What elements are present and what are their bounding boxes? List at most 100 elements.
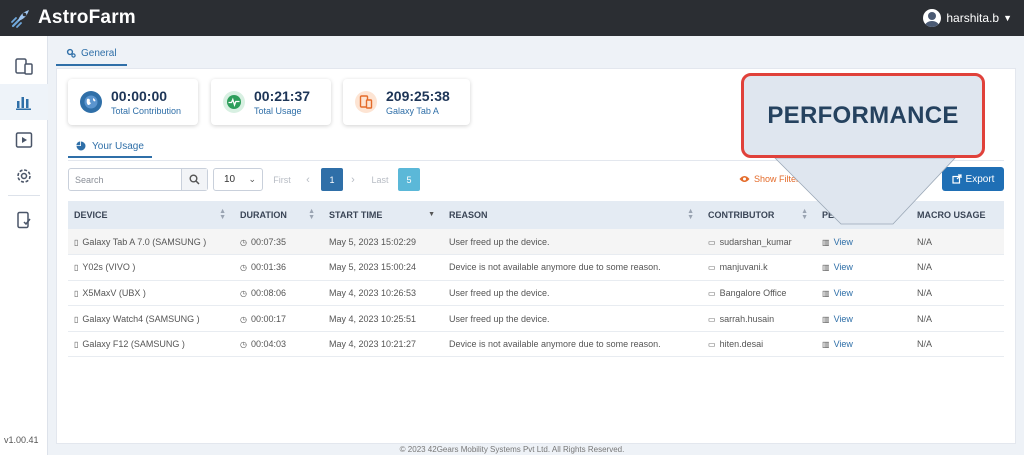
phone-icon: ▯ <box>74 263 79 273</box>
macro-usage-value: N/A <box>911 229 1004 256</box>
performance-view-link[interactable]: View <box>834 237 853 247</box>
table-row: ▯ Galaxy Watch4 (SAMSUNG ) ◷ 00:00:17 May … <box>68 305 1004 332</box>
devices-icon <box>15 58 33 75</box>
table-header-row: DEVICE ▲ ▼ DURATION ▲ ▼ START TIME ▼ REASON ▲ ▼… <box>68 201 1004 229</box>
duration-value: 00:07:35 <box>250 236 287 247</box>
eye-icon <box>739 176 750 182</box>
reason-value: User freed up the device. <box>443 229 702 256</box>
column-header-reason[interactable]: REASON ▲ ▼ <box>443 201 702 229</box>
avatar <box>923 9 942 27</box>
contributor-value: sarrah.husain <box>719 313 775 324</box>
device-check-icon <box>17 211 31 229</box>
pagination-prev[interactable]: ‹ <box>300 168 316 191</box>
tab-your-usage[interactable]: Your Usage <box>68 136 152 158</box>
callout-text: PERFORMANCE <box>767 101 959 129</box>
macro-usage-value: N/A <box>911 280 1004 307</box>
search-icon <box>189 174 200 185</box>
performance-view-link[interactable]: View <box>834 339 853 349</box>
stat-label: Total Usage <box>254 106 302 116</box>
sidebar-item-tasks[interactable] <box>0 202 48 238</box>
stat-card-total-contribution: 00:00:00 Total Contribution <box>68 79 198 125</box>
pagination-last-page[interactable]: 5 <box>398 168 420 191</box>
performance-callout: PERFORMANCE <box>741 73 985 158</box>
clock-icon: ◷ <box>240 263 247 273</box>
tab-divider <box>68 160 1004 161</box>
export-button[interactable]: Export <box>942 167 1004 191</box>
device-name: Y02s (VIVO ) <box>82 262 136 273</box>
customize-button[interactable]: Customize 7 Selected <box>834 168 895 185</box>
phone-icon: ▯ <box>74 288 79 298</box>
settings-icon <box>66 48 76 58</box>
pie-chart-icon <box>76 141 86 151</box>
sort-icon: ▲ ▼ <box>219 208 226 221</box>
clock-icon: ◷ <box>240 340 247 350</box>
table-row: ▯ X5MaxV (UBX ) ◷ 00:08:06 May 4, 2023 10:… <box>68 280 1004 307</box>
user-menu[interactable]: harshita.b ▼ <box>923 0 1012 36</box>
performance-view-link[interactable]: View <box>834 262 853 272</box>
tab-general[interactable]: General <box>56 42 127 66</box>
export-label: Export <box>965 173 995 185</box>
tab-your-usage-label: Your Usage <box>92 140 144 152</box>
gear-icon <box>17 169 31 183</box>
bar-chart-icon: ▥ <box>822 237 830 247</box>
bar-chart-icon: ▥ <box>822 263 830 273</box>
clock-icon: ◷ <box>240 237 247 247</box>
laptop-icon: ▭ <box>708 314 716 324</box>
laptop-icon: ▭ <box>708 288 716 298</box>
start-time-value: May 4, 2023 10:21:27 <box>323 331 443 358</box>
stat-card-galaxy-tab: 209:25:38 Galaxy Tab A <box>343 79 470 125</box>
sidebar-divider <box>8 195 40 196</box>
show-filters-button[interactable]: Show Filters <box>739 174 804 184</box>
page-size-select[interactable]: 10 ⌄ <box>213 168 263 191</box>
start-time-value: May 5, 2023 15:02:29 <box>323 229 443 256</box>
column-header-start-time[interactable]: START TIME ▼ <box>323 201 443 229</box>
sidebar-item-reports[interactable] <box>0 84 48 120</box>
macro-usage-value: N/A <box>911 331 1004 358</box>
column-header-contributor[interactable]: CONTRIBUTOR ▲ ▼ <box>702 201 816 229</box>
search-button[interactable] <box>181 169 207 190</box>
chevron-down-icon: ▼ <box>1003 13 1012 23</box>
device-name: Galaxy F12 (SAMSUNG ) <box>82 339 185 350</box>
pagination-last[interactable]: Last <box>367 168 393 191</box>
tab-general-label: General <box>81 47 117 59</box>
laptop-icon: ▭ <box>708 263 716 273</box>
column-header-performance: PERFORMANCE <box>816 201 911 229</box>
clock-icon: ◷ <box>240 288 247 298</box>
start-time-value: May 4, 2023 10:26:53 <box>323 280 443 307</box>
pagination-current-page[interactable]: 1 <box>321 168 343 191</box>
sort-icon: ▲ ▼ <box>687 208 694 221</box>
sort-desc-icon: ▼ <box>428 211 435 218</box>
macro-usage-value: N/A <box>911 254 1004 281</box>
contributor-value: sudarshan_kumar <box>719 236 792 247</box>
page-size-value: 10 <box>224 174 236 185</box>
sort-icon: ▲ ▼ <box>308 208 315 221</box>
chevron-down-icon: ⌄ <box>248 174 256 184</box>
sidebar-item-devices[interactable] <box>0 48 48 84</box>
sidebar: v1.00.41 <box>0 36 48 455</box>
reason-value: User freed up the device. <box>443 305 702 332</box>
column-header-device[interactable]: DEVICE ▲ ▼ <box>68 201 234 229</box>
reason-value: Device is not available anymore due to s… <box>443 331 702 358</box>
performance-view-link[interactable]: View <box>834 314 853 324</box>
table-row: ▯ Galaxy Tab A 7.0 (SAMSUNG ) ◷ 00:07:35 M… <box>68 229 1004 256</box>
contributor-value: hiten.desai <box>719 339 764 350</box>
reason-value: Device is not available anymore due to s… <box>443 254 702 281</box>
device-name: Galaxy Watch4 (SAMSUNG ) <box>82 313 200 324</box>
column-header-duration[interactable]: DURATION ▲ ▼ <box>234 201 323 229</box>
top-bar: AstroFarm harshita.b ▼ <box>0 0 1024 36</box>
search-input[interactable] <box>69 169 181 190</box>
search-box <box>68 168 208 191</box>
phone-icon: ▯ <box>74 237 79 247</box>
heartbeat-icon <box>223 91 245 113</box>
contributor-value: Bangalore Office <box>719 287 787 298</box>
sidebar-item-settings[interactable] <box>0 158 48 194</box>
duration-value: 00:04:03 <box>250 339 287 350</box>
user-name: harshita.b <box>946 11 1000 25</box>
app-logo[interactable]: AstroFarm <box>10 7 136 29</box>
performance-view-link[interactable]: View <box>834 288 853 298</box>
external-link-icon <box>951 174 962 184</box>
pagination-next[interactable]: › <box>345 168 361 191</box>
pagination-first[interactable]: First <box>269 168 295 191</box>
sidebar-item-sessions[interactable] <box>0 122 48 158</box>
device-name: Galaxy Tab A 7.0 (SAMSUNG ) <box>82 236 207 247</box>
